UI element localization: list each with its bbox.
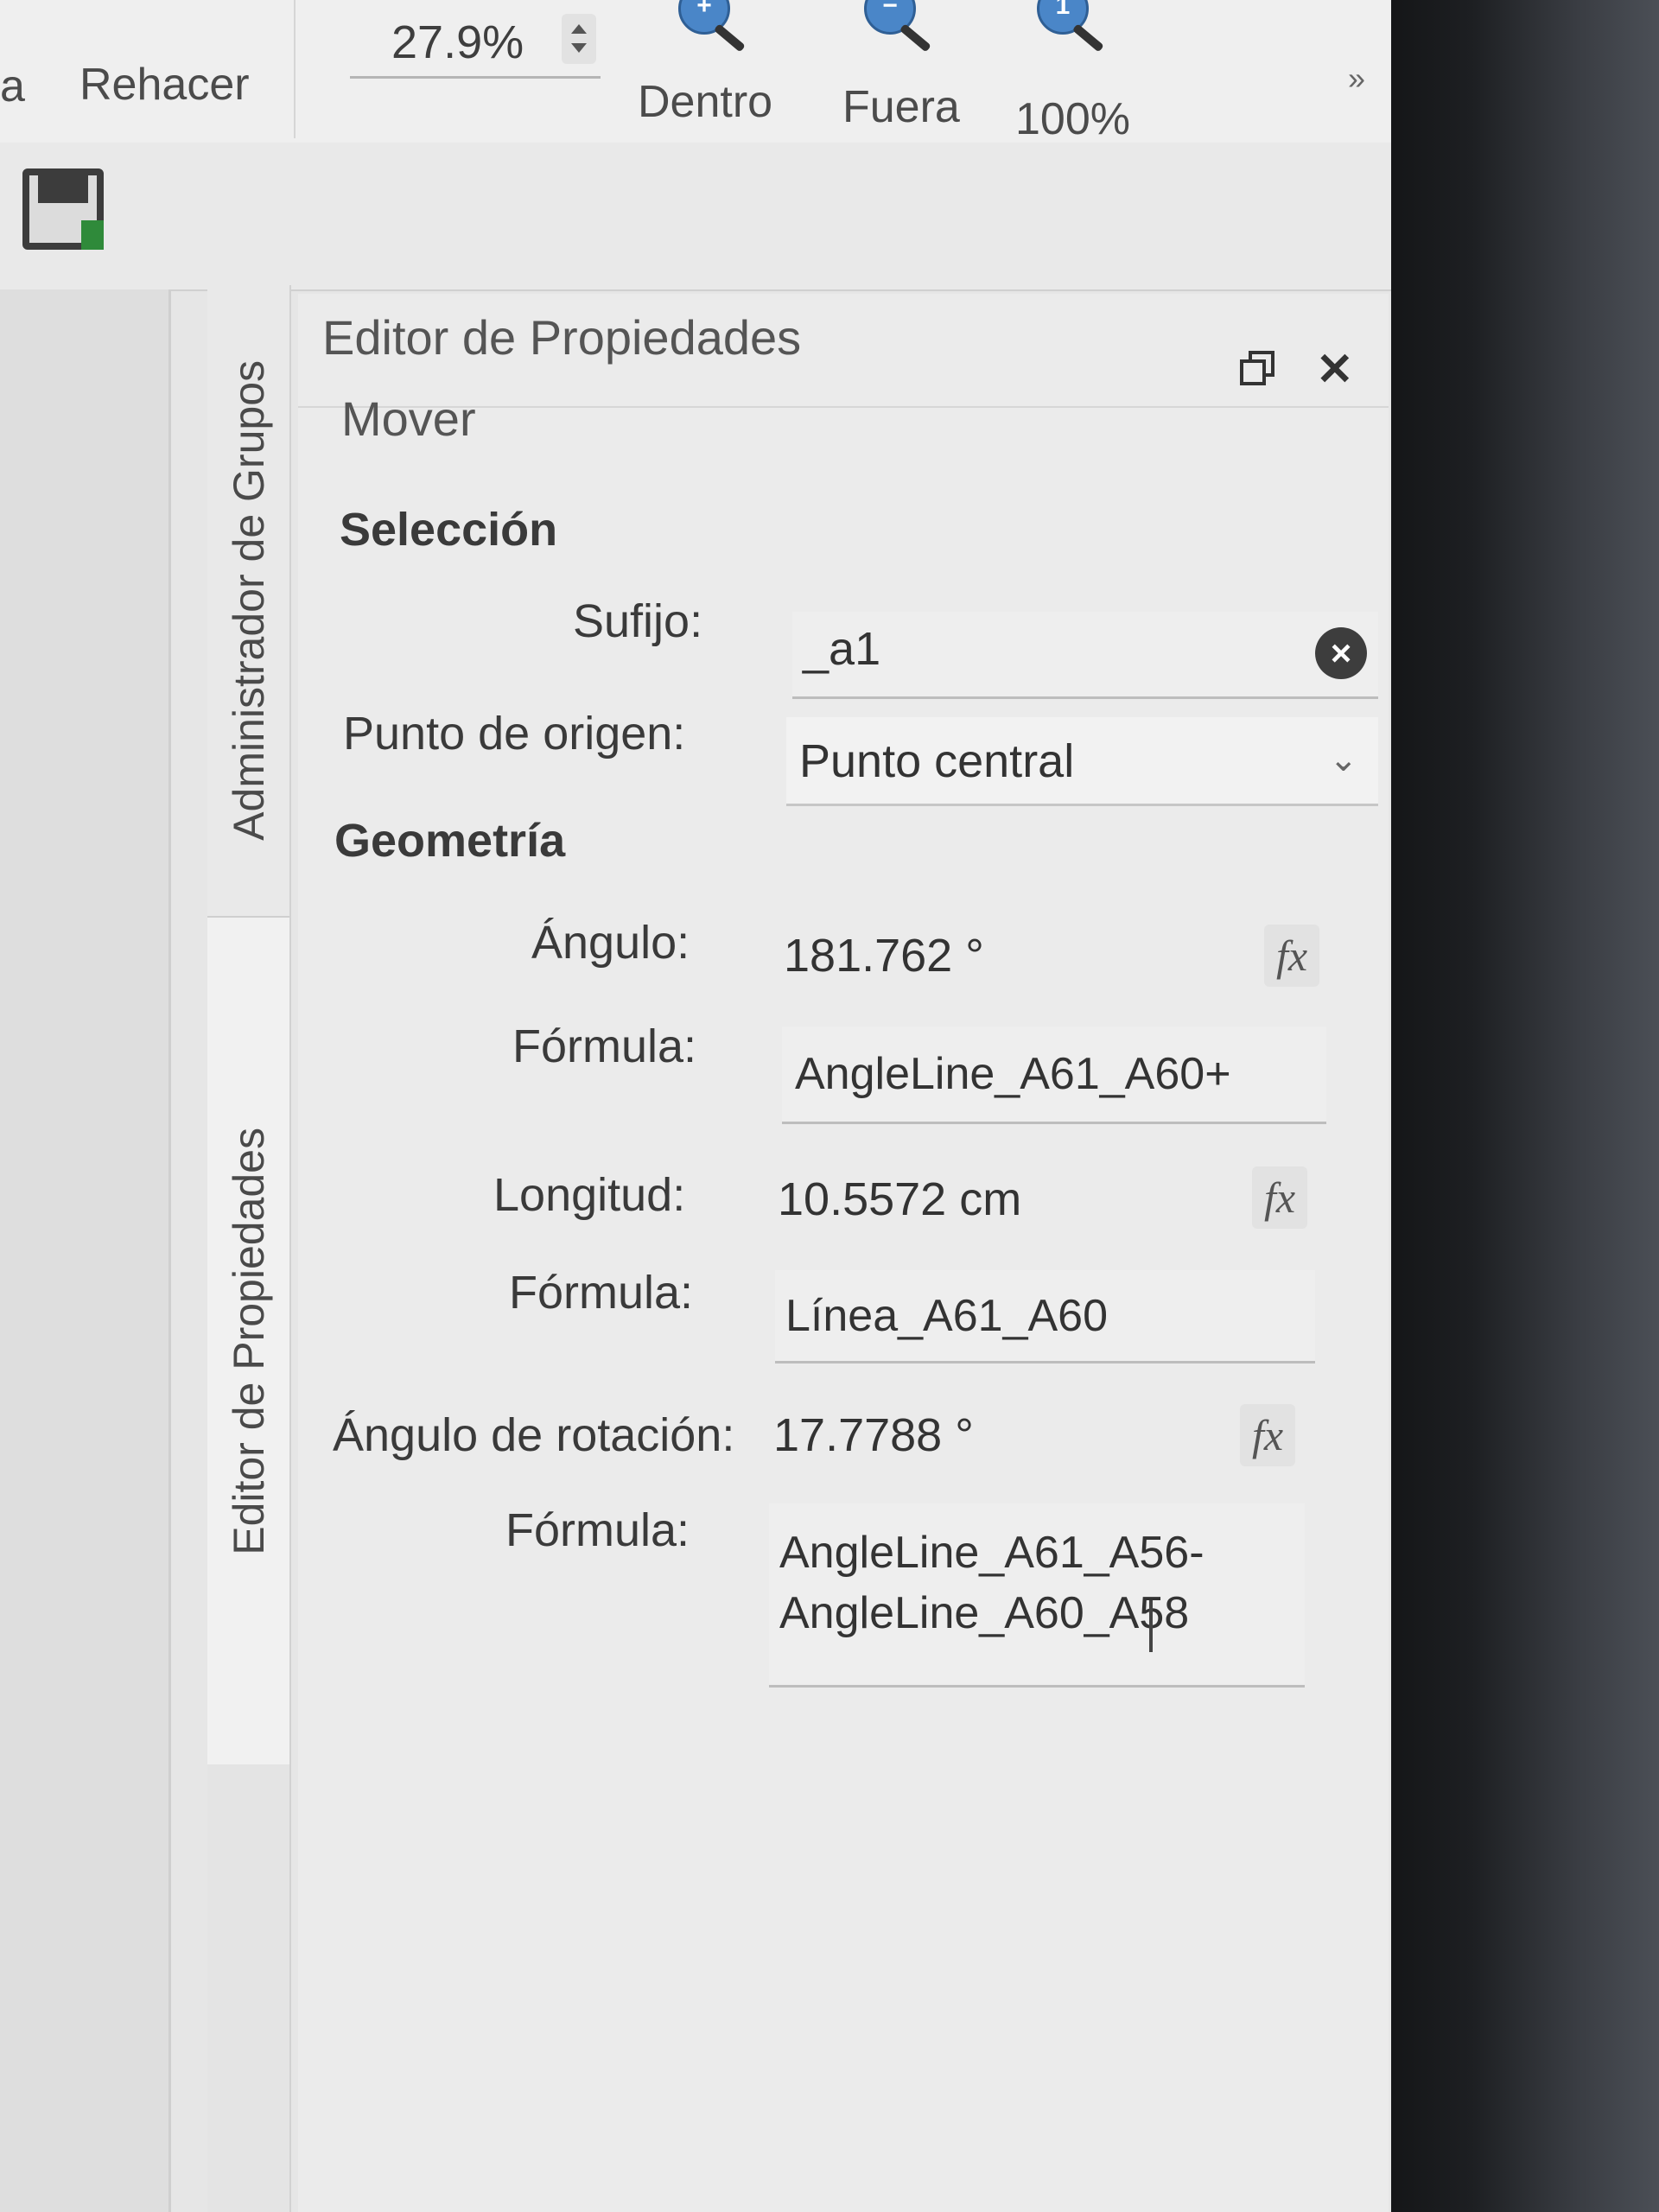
property-editor-panel: Editor de Propiedades ✕ Mover Selección …: [298, 294, 1389, 2212]
spin-down-icon[interactable]: [571, 43, 587, 53]
restore-window-icon[interactable]: [1240, 351, 1274, 385]
selection-heading: Selección: [340, 504, 558, 556]
suffix-input[interactable]: _a1 ×: [792, 612, 1378, 699]
save-icon[interactable]: [22, 168, 104, 250]
tab-groups-manager-label: Administrador de Grupos: [224, 360, 273, 841]
toolbar-divider: [294, 0, 296, 138]
length-fx-button[interactable]: fx: [1252, 1166, 1307, 1229]
rotation-formula-label: Fórmula:: [505, 1504, 690, 1556]
angle-formula-label: Fórmula:: [512, 1020, 697, 1072]
zoom-out-button[interactable]: Fuera: [842, 81, 960, 133]
operation-name: Mover: [341, 391, 476, 446]
zoom-100-icon[interactable]: 1: [1037, 0, 1104, 53]
length-formula-input[interactable]: Línea_A61_A60: [775, 1270, 1315, 1363]
length-formula-value: Línea_A61_A60: [785, 1291, 1109, 1341]
angle-formula-value: AngleLine_A61_A60+: [795, 1049, 1231, 1099]
suffix-label: Sufijo:: [573, 595, 703, 647]
panel-title: Editor de Propiedades: [322, 310, 802, 365]
origin-dropdown[interactable]: Punto central ⌄: [786, 717, 1378, 806]
rotation-formula-input[interactable]: AngleLine_A61_A56- AngleLine_A60_A58: [769, 1503, 1305, 1688]
toolbar: a Rehacer 27.9% + − 1 Dentro Fuera 100% …: [0, 0, 1391, 144]
truncated-toolbar-label[interactable]: a: [0, 60, 25, 112]
length-formula-label: Fórmula:: [509, 1267, 694, 1319]
angle-formula-input[interactable]: AngleLine_A61_A60+: [782, 1027, 1326, 1124]
zoom-spinbox[interactable]: 27.9%: [350, 7, 601, 79]
zoom-100-button[interactable]: 100%: [1015, 93, 1130, 145]
suffix-value: _a1: [803, 623, 881, 675]
angle-label: Ángulo:: [531, 917, 690, 969]
text-cursor-icon: [1149, 1600, 1153, 1652]
origin-value: Punto central: [799, 735, 1075, 787]
left-dock-pane: [0, 289, 171, 2212]
toolbar-overflow-icon[interactable]: »: [1348, 60, 1365, 97]
app-screen: a Rehacer 27.9% + − 1 Dentro Fuera 100% …: [0, 0, 1391, 2212]
secondary-toolbar: [0, 143, 1391, 291]
origin-label: Punto de origen:: [343, 708, 686, 760]
spin-up-icon[interactable]: [571, 24, 587, 34]
zoom-in-button[interactable]: Dentro: [638, 76, 772, 128]
geometry-heading: Geometría: [334, 815, 566, 867]
clear-icon[interactable]: ×: [1315, 627, 1367, 679]
angle-fx-button[interactable]: fx: [1264, 925, 1319, 987]
vertical-tab-bar: Administrador de Grupos Editor de Propie…: [207, 285, 291, 2212]
tab-property-editor[interactable]: Editor de Propiedades: [207, 918, 289, 1764]
rotation-fx-button[interactable]: fx: [1240, 1404, 1295, 1466]
close-icon[interactable]: ✕: [1316, 344, 1354, 396]
angle-value: 181.762 °: [784, 930, 984, 982]
rotation-label: Ángulo de rotación:: [333, 1409, 735, 1461]
zoom-spinner-arrows[interactable]: [562, 14, 596, 64]
monitor-bezel: [1391, 0, 1659, 2212]
chevron-down-icon[interactable]: ⌄: [1329, 740, 1358, 779]
length-value: 10.5572 cm: [778, 1173, 1022, 1225]
tab-groups-manager[interactable]: Administrador de Grupos: [207, 285, 289, 918]
rotation-value: 17.7788 °: [773, 1409, 974, 1461]
zoom-value: 27.9%: [391, 16, 524, 68]
rotation-formula-line1: AngleLine_A61_A56-: [779, 1528, 1205, 1578]
zoom-in-icon[interactable]: +: [678, 0, 746, 53]
redo-button[interactable]: Rehacer: [79, 59, 250, 111]
tab-property-editor-label: Editor de Propiedades: [224, 1127, 273, 1555]
zoom-out-icon[interactable]: −: [864, 0, 931, 53]
length-label: Longitud:: [493, 1169, 686, 1221]
rotation-formula-line2: AngleLine_A60_A58: [779, 1588, 1190, 1638]
